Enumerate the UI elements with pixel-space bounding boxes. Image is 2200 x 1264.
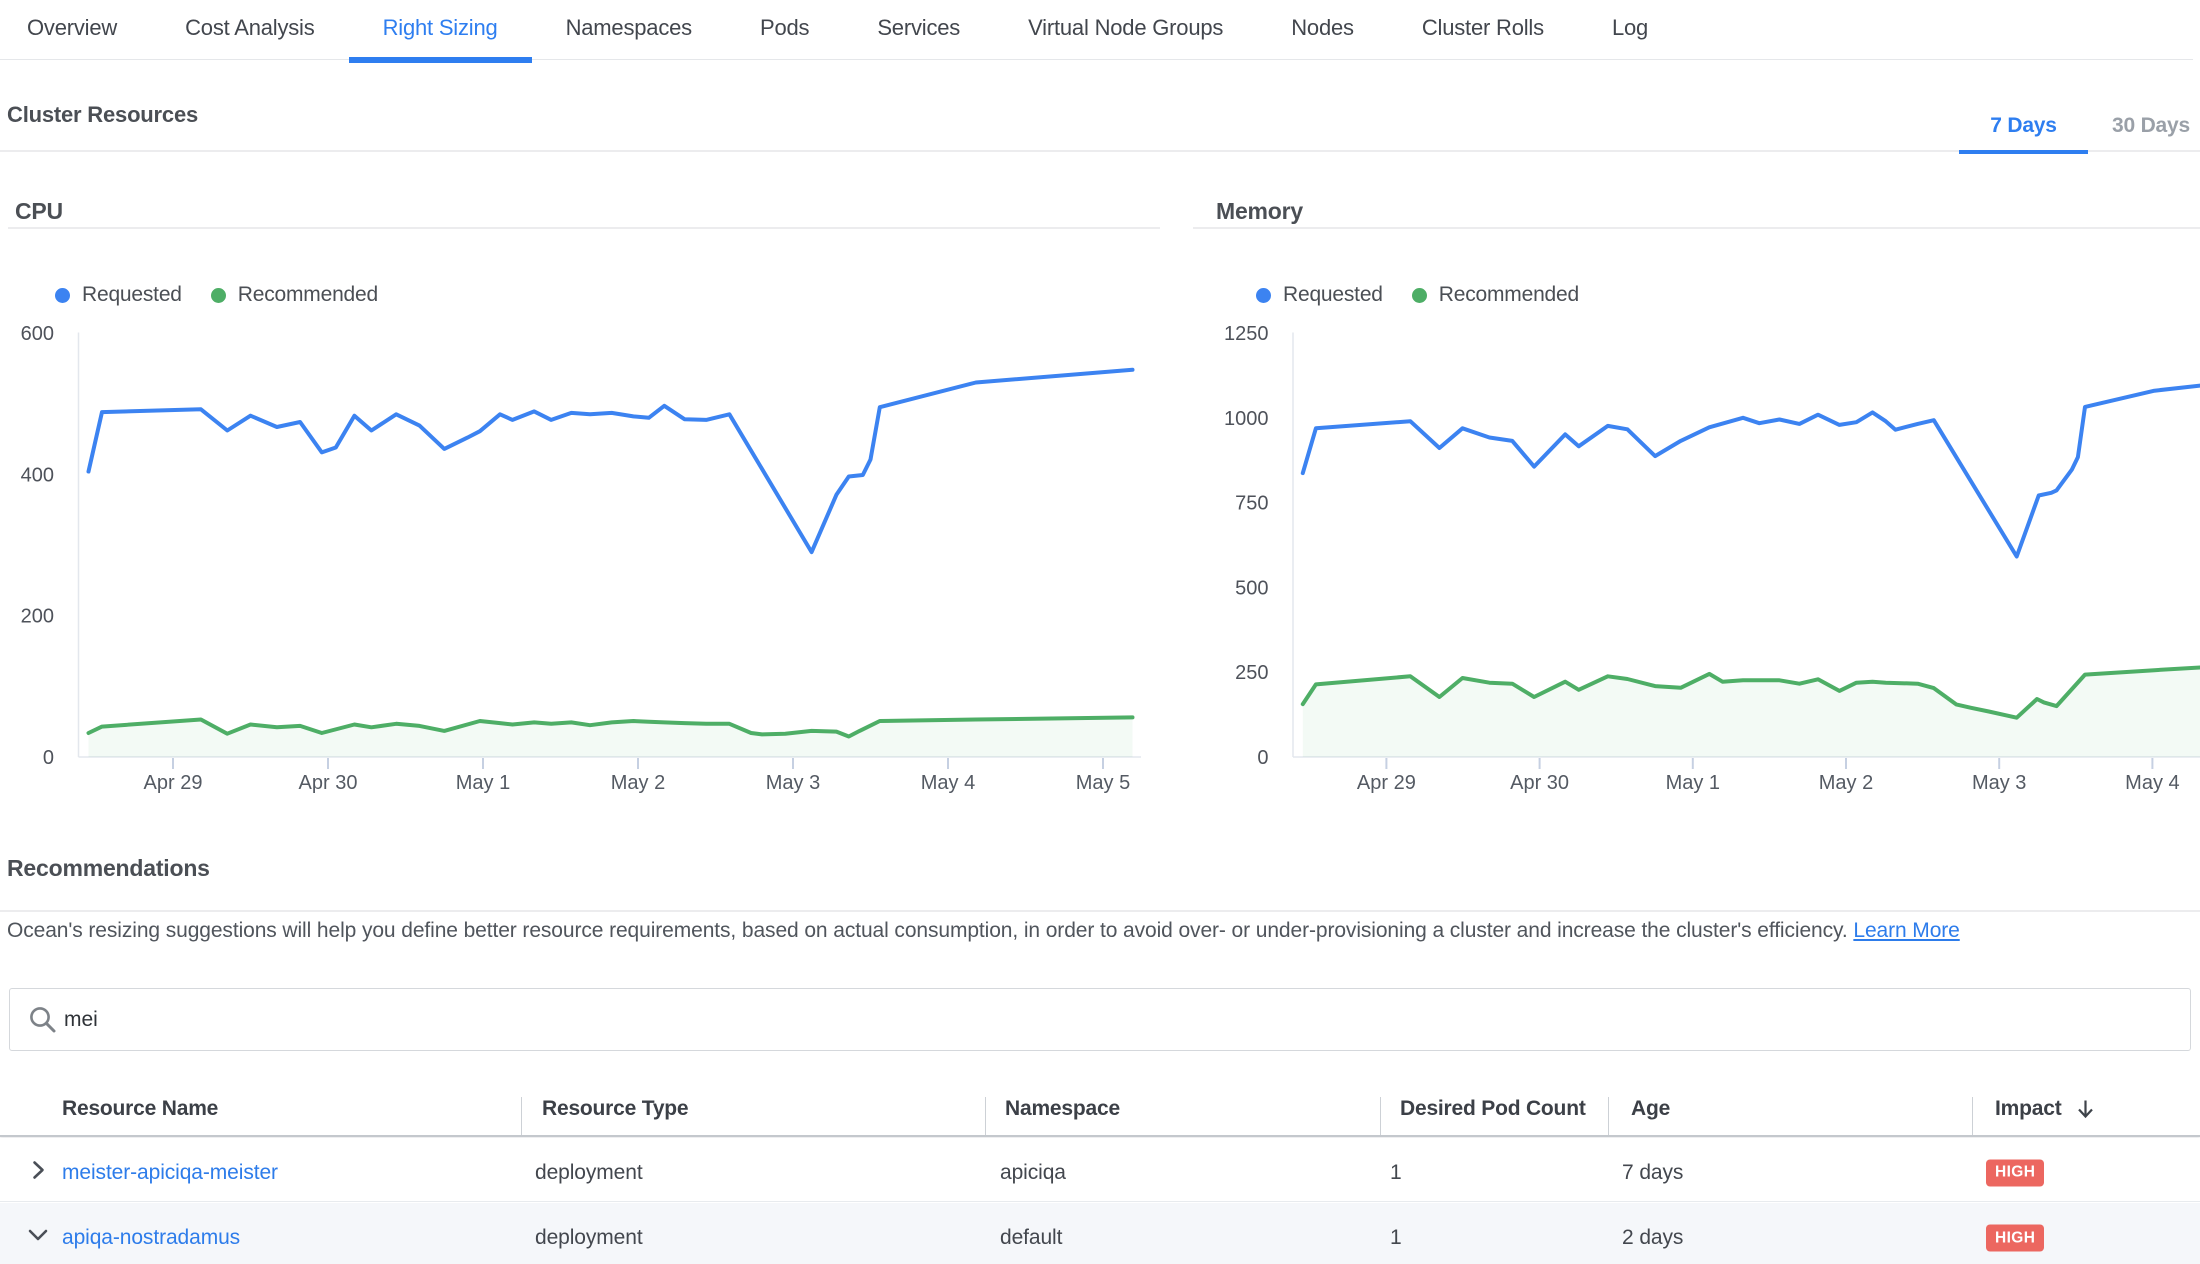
recommendations-title: Recommendations [7, 855, 210, 882]
table-row: apiqa-nostradamus deployment default 1 2… [0, 1203, 2200, 1264]
column-separator [521, 1097, 522, 1135]
svg-text:May 3: May 3 [1972, 772, 2026, 794]
impact-badge-high: HIGH [1986, 1225, 2044, 1252]
svg-text:Apr 29: Apr 29 [144, 772, 203, 794]
search-input[interactable] [64, 1008, 2190, 1032]
svg-text:May 5: May 5 [1076, 772, 1130, 794]
svg-text:May 2: May 2 [1819, 772, 1873, 794]
resource-type-cell: deployment [535, 1161, 643, 1185]
legend-item-requested: Requested [1256, 283, 1383, 307]
recommended-dot-icon [211, 288, 226, 303]
svg-text:200: 200 [21, 606, 54, 628]
requested-dot-icon [1256, 288, 1271, 303]
search-box [9, 988, 2191, 1051]
legend-label: Requested [1283, 283, 1383, 307]
cpu-title-divider [8, 227, 1160, 229]
legend-label: Recommended [238, 283, 378, 307]
svg-text:400: 400 [21, 464, 54, 486]
learn-more-link[interactable]: Learn More [1853, 919, 1959, 942]
range-30-days-button[interactable]: 30 Days [2088, 100, 2200, 151]
right-sizing-page: Overview Cost Analysis Right Sizing Name… [0, 0, 2200, 1264]
svg-text:Apr 30: Apr 30 [1510, 772, 1569, 794]
svg-text:May 3: May 3 [766, 772, 820, 794]
tab-bar: Overview Cost Analysis Right Sizing Name… [0, 0, 2193, 60]
column-header-desired-pod-count[interactable]: Desired Pod Count [1400, 1097, 1586, 1121]
tab-cost-analysis[interactable]: Cost Analysis [151, 0, 348, 60]
tab-nodes[interactable]: Nodes [1257, 0, 1388, 60]
tab-log[interactable]: Log [1578, 0, 1682, 60]
desired-pod-count-cell: 1 [1390, 1161, 1402, 1185]
column-separator [1608, 1097, 1609, 1135]
column-separator [985, 1097, 986, 1135]
recommended-dot-icon [1412, 288, 1427, 303]
svg-text:Apr 29: Apr 29 [1357, 772, 1416, 794]
tab-overview[interactable]: Overview [0, 0, 151, 60]
svg-text:May 4: May 4 [2125, 772, 2179, 794]
column-header-namespace[interactable]: Namespace [1005, 1097, 1120, 1121]
cluster-resources-title: Cluster Resources [7, 102, 198, 128]
column-header-resource-name[interactable]: Resource Name [62, 1097, 218, 1121]
column-header-resource-type[interactable]: Resource Type [542, 1097, 688, 1121]
svg-text:Apr 30: Apr 30 [299, 772, 358, 794]
range-7-days-button[interactable]: 7 Days [1959, 100, 2088, 151]
column-separator [1380, 1097, 1381, 1135]
svg-text:May 2: May 2 [611, 772, 665, 794]
legend-label: Recommended [1439, 283, 1579, 307]
svg-text:May 4: May 4 [921, 772, 975, 794]
column-header-impact[interactable]: Impact [1995, 1097, 2095, 1121]
legend-item-requested: Requested [55, 283, 182, 307]
header-divider [0, 150, 2200, 152]
resource-name-link[interactable]: apiqa-nostradamus [62, 1226, 240, 1250]
column-header-age[interactable]: Age [1631, 1097, 1670, 1121]
memory-title-divider [1193, 227, 2200, 229]
resource-name-link[interactable]: meister-apiciqa-meister [62, 1161, 278, 1185]
svg-text:750: 750 [1235, 493, 1268, 515]
sort-descending-icon[interactable] [2076, 1098, 2095, 1120]
impact-badge-high: HIGH [1986, 1159, 2044, 1186]
resource-type-cell: deployment [535, 1226, 643, 1250]
svg-text:May 1: May 1 [456, 772, 510, 794]
table-row: meister-apiciqa-meister deployment apici… [0, 1138, 2200, 1202]
age-cell: 7 days [1622, 1161, 1683, 1185]
cpu-chart-legend: Requested Recommended [55, 283, 407, 307]
search-icon [27, 1004, 58, 1035]
svg-text:0: 0 [1257, 747, 1268, 769]
tab-services[interactable]: Services [843, 0, 994, 60]
requested-dot-icon [55, 288, 70, 303]
svg-text:250: 250 [1235, 662, 1268, 684]
column-separator [1972, 1097, 1973, 1135]
cpu-memory-line-charts: 0 200 400 600 Apr 29 Apr 30 May 1 May 2 May 3 May… [0, 0, 2200, 1264]
cpu-chart-title: CPU [15, 198, 63, 225]
tab-virtual-node-groups[interactable]: Virtual Node Groups [994, 0, 1257, 60]
description-text: Ocean's resizing suggestions will help y… [7, 919, 1848, 942]
namespace-cell: default [1000, 1226, 1062, 1250]
tab-pods[interactable]: Pods [726, 0, 843, 60]
tab-cluster-rolls[interactable]: Cluster Rolls [1388, 0, 1578, 60]
time-range-toggle: 7 Days 30 Days [1959, 100, 2200, 151]
memory-chart-legend: Requested Recommended [1256, 283, 1608, 307]
svg-text:500: 500 [1235, 577, 1268, 599]
tab-right-sizing[interactable]: Right Sizing [349, 0, 532, 60]
legend-label: Requested [82, 283, 182, 307]
tab-namespaces[interactable]: Namespaces [532, 0, 726, 60]
svg-text:0: 0 [43, 747, 54, 769]
memory-chart-title: Memory [1216, 198, 1303, 225]
legend-item-recommended: Recommended [211, 283, 378, 307]
recommendations-divider [0, 910, 2200, 912]
svg-text:600: 600 [21, 323, 54, 345]
chevron-right-icon[interactable] [24, 1156, 52, 1184]
age-cell: 2 days [1622, 1226, 1683, 1250]
svg-text:1250: 1250 [1224, 323, 1269, 345]
desired-pod-count-cell: 1 [1390, 1226, 1402, 1250]
table-header-row: Resource Name Resource Type Namespace De… [0, 1078, 2200, 1137]
namespace-cell: apiciqa [1000, 1161, 1066, 1185]
svg-text:1000: 1000 [1224, 408, 1269, 430]
legend-item-recommended: Recommended [1412, 283, 1579, 307]
svg-text:May 1: May 1 [1666, 772, 1720, 794]
impact-header-label: Impact [1995, 1097, 2062, 1121]
recommendations-description: Ocean's resizing suggestions will help y… [7, 919, 1960, 943]
chevron-down-icon[interactable] [24, 1221, 52, 1249]
